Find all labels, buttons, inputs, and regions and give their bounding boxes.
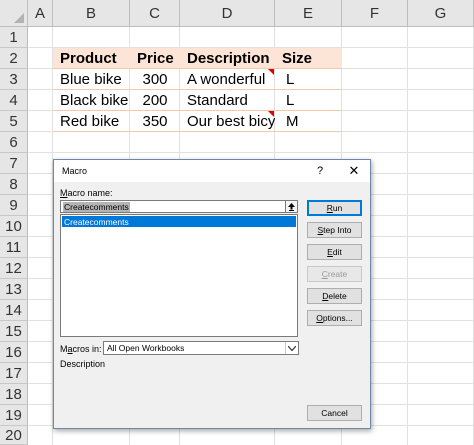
row-header-19[interactable]: 19: [0, 405, 28, 426]
row-header-6[interactable]: 6: [0, 132, 28, 153]
comment-indicator-icon[interactable]: [268, 69, 274, 75]
help-button[interactable]: ?: [309, 160, 331, 182]
table-cell-price[interactable]: 300: [130, 69, 180, 90]
question-mark-icon: ?: [316, 165, 324, 177]
macros-in-label: Macros in:: [60, 344, 102, 354]
table-cell-product[interactable]: Red bike: [53, 111, 130, 132]
column-header-f[interactable]: F: [342, 0, 408, 27]
close-button[interactable]: ✕: [340, 160, 368, 182]
select-all-triangle-icon: [14, 13, 24, 23]
row-header-8[interactable]: 8: [0, 174, 28, 195]
row-header-12[interactable]: 12: [0, 258, 28, 279]
table-cell-description[interactable]: Standard: [180, 90, 275, 111]
macro-list[interactable]: Createcomments: [60, 214, 298, 337]
table-header-price[interactable]: Price: [130, 48, 180, 69]
table-cell-product[interactable]: Black bike: [53, 90, 130, 111]
table-cell-size[interactable]: M: [275, 111, 342, 132]
column-header-b[interactable]: B: [53, 0, 130, 27]
row-header-11[interactable]: 11: [0, 237, 28, 258]
dialog-titlebar[interactable]: Macro ? ✕: [54, 160, 370, 182]
column-header-a[interactable]: A: [28, 0, 53, 27]
table-cell-size[interactable]: L: [275, 69, 342, 90]
row-header-2[interactable]: 2: [0, 48, 28, 69]
upload-arrow-icon: [288, 202, 295, 211]
options-button[interactable]: Options...: [307, 310, 362, 326]
table-cell-description[interactable]: Our best bicy: [180, 111, 275, 132]
upload-button[interactable]: [285, 200, 298, 213]
chevron-down-icon[interactable]: [285, 342, 298, 354]
column-header-c[interactable]: C: [130, 0, 180, 27]
macros-in-value: All Open Workbooks: [107, 343, 185, 353]
row-header-4[interactable]: 4: [0, 90, 28, 111]
row-header-1[interactable]: 1: [0, 27, 28, 48]
row-header-20[interactable]: 20: [0, 426, 28, 445]
table-cell-size[interactable]: L: [275, 90, 342, 111]
macro-name-input[interactable]: Createcomments: [60, 200, 298, 213]
table-cell-description[interactable]: A wonderful: [180, 69, 275, 90]
dialog-title: Macro: [62, 166, 88, 176]
list-item[interactable]: Createcomments: [62, 216, 296, 227]
row-header-14[interactable]: 14: [0, 300, 28, 321]
create-button[interactable]: Create: [307, 266, 362, 282]
table-header-description[interactable]: Description: [180, 48, 275, 69]
table-header-size[interactable]: Size: [275, 48, 342, 69]
select-all-corner[interactable]: [0, 0, 28, 27]
table-cell-price[interactable]: 350: [130, 111, 180, 132]
row-header-13[interactable]: 13: [0, 279, 28, 300]
row-header-17[interactable]: 17: [0, 363, 28, 384]
column-header-d[interactable]: D: [180, 0, 275, 27]
macro-name-label: Macro name:: [60, 188, 113, 198]
cancel-button[interactable]: Cancel: [307, 405, 362, 421]
step-into-button[interactable]: Step Into: [307, 222, 362, 238]
row-header-18[interactable]: 18: [0, 384, 28, 405]
row-header-15[interactable]: 15: [0, 321, 28, 342]
table-cell-product[interactable]: Blue bike: [53, 69, 130, 90]
table-header-product[interactable]: Product: [53, 48, 130, 69]
table-cell-price[interactable]: 200: [130, 90, 180, 111]
macros-in-select[interactable]: All Open Workbooks: [103, 341, 299, 355]
close-icon: ✕: [348, 163, 360, 178]
description-label: Description: [60, 359, 106, 369]
delete-button[interactable]: Delete: [307, 288, 362, 304]
row-header-16[interactable]: 16: [0, 342, 28, 363]
row-header-5[interactable]: 5: [0, 111, 28, 132]
column-header-g[interactable]: G: [408, 0, 474, 27]
column-header-e[interactable]: E: [275, 0, 342, 27]
run-button[interactable]: Run: [307, 200, 362, 216]
row-header-10[interactable]: 10: [0, 216, 28, 237]
macro-dialog: Macro ? ✕ Macro name: Createcomments Cre…: [53, 159, 371, 429]
row-header-7[interactable]: 7: [0, 153, 28, 174]
comment-indicator-icon[interactable]: [268, 111, 274, 117]
edit-button[interactable]: Edit: [307, 244, 362, 260]
row-header-3[interactable]: 3: [0, 69, 28, 90]
row-header-9[interactable]: 9: [0, 195, 28, 216]
macro-name-value: Createcomments: [63, 201, 130, 212]
